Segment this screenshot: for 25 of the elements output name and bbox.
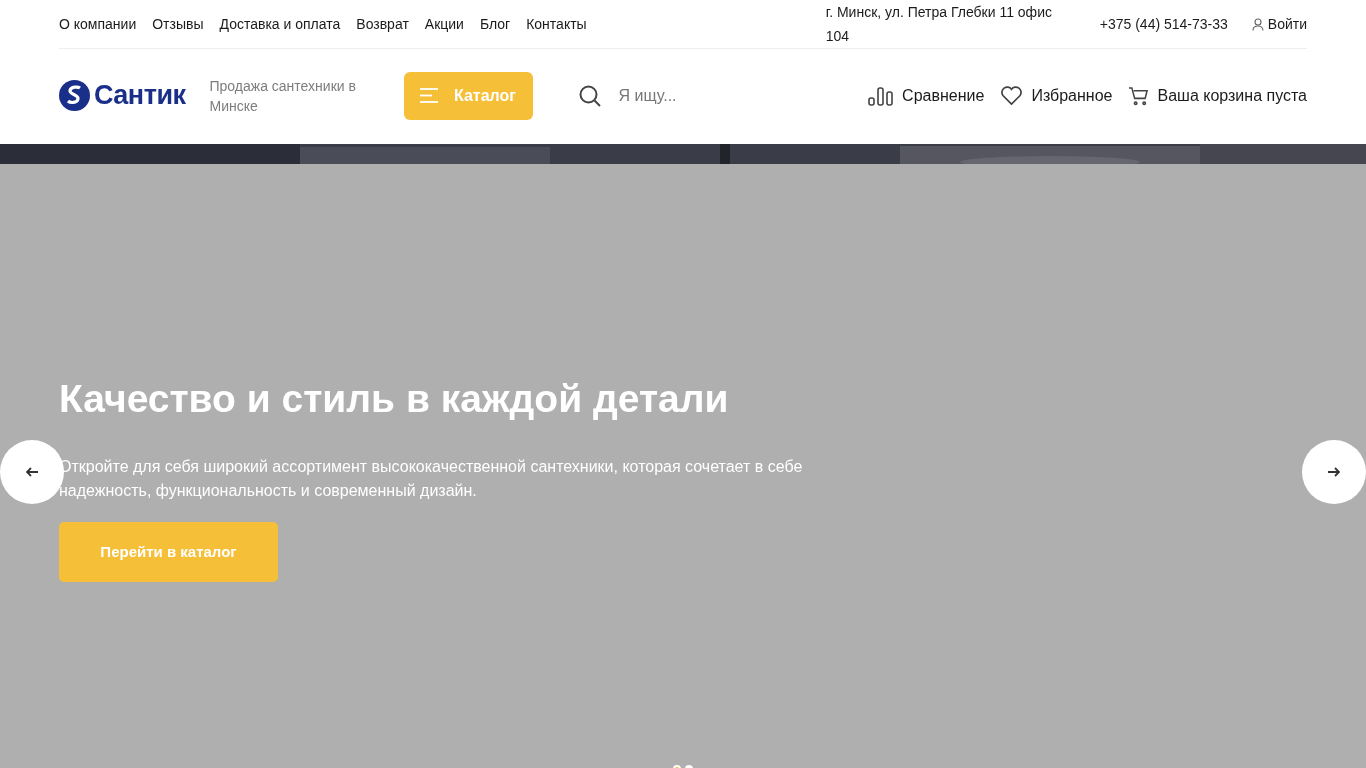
nav-link[interactable]: Акции xyxy=(424,13,464,35)
nav-link[interactable]: Отзывы xyxy=(152,13,204,35)
menu-icon xyxy=(420,88,438,103)
tagline: Продажа сантехники в Минске xyxy=(209,76,357,116)
nav-link[interactable]: Контакты xyxy=(526,13,587,35)
nav-link[interactable]: О компании xyxy=(59,13,137,35)
nav-link[interactable]: Доставка и оплата xyxy=(219,13,341,35)
search-icon xyxy=(578,84,601,107)
user-icon xyxy=(1251,17,1264,31)
compare-link[interactable]: Сравнение xyxy=(868,83,985,108)
favorites-link[interactable]: Избранное xyxy=(1000,83,1113,108)
arrow-left-icon xyxy=(26,467,38,477)
cart-link[interactable]: Ваша корзина пуста xyxy=(1128,83,1307,108)
phone-link[interactable]: +375 (44) 514-73-33 xyxy=(1099,13,1228,35)
logo-icon xyxy=(59,80,90,111)
login-link[interactable]: Войти xyxy=(1251,13,1307,35)
hero-title: Качество и стиль в каждой детали xyxy=(59,376,730,422)
nav-link[interactable]: Возврат xyxy=(356,13,409,35)
heart-icon xyxy=(1000,85,1024,106)
compare-icon xyxy=(868,85,895,106)
logo-link[interactable]: Сантик xyxy=(59,75,186,116)
nav-link[interactable]: Блог xyxy=(479,13,511,35)
cart-icon xyxy=(1128,85,1150,106)
store-address: г. Минск, ул. Петра Глебки 11 офис 104 xyxy=(825,3,1053,46)
arrow-right-icon xyxy=(1328,467,1340,477)
